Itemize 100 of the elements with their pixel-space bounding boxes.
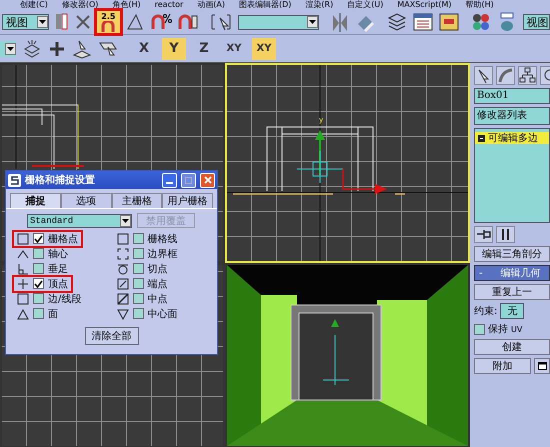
- layers-stack-icon[interactable]: [386, 12, 407, 32]
- face-snap-icon: [17, 308, 29, 320]
- mirror-icon[interactable]: [330, 12, 349, 32]
- constraint-label: 约束:: [474, 304, 498, 318]
- arc-icon[interactable]: [496, 66, 515, 85]
- hierarchy-icon[interactable]: [518, 66, 537, 85]
- close-icon: [204, 176, 212, 184]
- spinner-snap-icon[interactable]: [178, 13, 198, 31]
- modifier-stack-item[interactable]: 可编辑多边: [475, 132, 549, 144]
- caret-icon: [122, 218, 129, 222]
- window-title: 栅格和捕捉设置: [25, 173, 96, 187]
- attach-list-button[interactable]: [534, 358, 550, 374]
- axis-constraint-button[interactable]: Y: [162, 38, 186, 60]
- menu-item[interactable]: MAXScript(M): [397, 0, 452, 10]
- menu-item[interactable]: 角色(H): [112, 0, 141, 10]
- checkbox[interactable]: [132, 263, 144, 274]
- snap-label: 边/线段: [48, 292, 82, 306]
- axis-constraint-button[interactable]: XY: [222, 38, 246, 60]
- checkbox[interactable]: [33, 263, 44, 274]
- sunburst-layers-icon[interactable]: [22, 38, 42, 58]
- fork-icon[interactable]: [496, 226, 515, 243]
- checkbox[interactable]: [33, 248, 44, 259]
- menu-item[interactable]: 渲染(R): [305, 0, 334, 10]
- collapse-toggle[interactable]: -: [479, 268, 483, 278]
- constraint-dropdown[interactable]: 无: [500, 303, 524, 319]
- create-button[interactable]: 创建: [474, 339, 550, 355]
- layer-dropdown[interactable]: [0, 40, 16, 56]
- checkbox[interactable]: [132, 233, 144, 244]
- schematic-view-icon[interactable]: [438, 13, 459, 31]
- angle-snap-icon[interactable]: [126, 13, 144, 31]
- tangent-snap-icon: [116, 262, 128, 274]
- checkbox[interactable]: [33, 278, 44, 289]
- minimize-button[interactable]: [162, 172, 177, 188]
- checkbox[interactable]: [474, 324, 485, 334]
- midpoint-snap-icon: [116, 292, 128, 304]
- caret-icon: [7, 46, 14, 50]
- center-face-snap-icon: [116, 308, 128, 320]
- material-spheres-icon[interactable]: [470, 12, 491, 32]
- checkbox[interactable]: [33, 308, 44, 319]
- bounding-box-snap-icon: [116, 248, 128, 260]
- axis-constraint-button[interactable]: XY: [252, 38, 276, 60]
- axis-constraint-button[interactable]: Z: [192, 38, 216, 60]
- maximize-icon: [185, 176, 192, 184]
- menu-item[interactable]: 修改器(O): [62, 0, 98, 10]
- retriangulate-button[interactable]: 编辑三角剖分: [474, 246, 550, 262]
- tab[interactable]: 捕捉: [10, 193, 61, 208]
- modifier-list-dropdown[interactable]: 修改器列表: [474, 107, 550, 125]
- preserve-label: 保持: [488, 322, 508, 336]
- percent-snap-icon[interactable]: [150, 13, 172, 31]
- menu-item[interactable]: 帮助(H): [466, 0, 494, 10]
- snap-label: 轴心: [48, 248, 68, 260]
- checkbox[interactable]: [132, 308, 144, 319]
- object-name-field[interactable]: Box01: [474, 88, 550, 104]
- checkbox[interactable]: [132, 293, 144, 304]
- pin-icon[interactable]: [474, 226, 493, 243]
- collapse-box-icon: [478, 134, 485, 142]
- tab[interactable]: 用户栅格: [162, 193, 213, 208]
- endpoint-snap-icon: [116, 278, 128, 290]
- curve-editor-icon[interactable]: [412, 13, 433, 31]
- repeat-last-button[interactable]: 重复上一: [474, 284, 550, 300]
- checkbox[interactable]: [33, 233, 44, 244]
- snap-label: 边界框: [148, 248, 178, 260]
- preset-dropdown[interactable]: Standard: [27, 214, 132, 228]
- view-dropdown[interactable]: 视图: [2, 14, 50, 30]
- named-selection-dropdown[interactable]: [238, 14, 319, 30]
- checkbox[interactable]: [132, 278, 144, 289]
- menu-item[interactable]: 动画(A): [197, 0, 226, 10]
- rollout-header[interactable]: - 编辑几何: [474, 265, 550, 281]
- axis-constraint-button[interactable]: X: [132, 38, 156, 60]
- window-icon: [538, 362, 546, 370]
- cursor-plane-icon[interactable]: [72, 38, 92, 58]
- tab[interactable]: 主栅格: [112, 193, 162, 208]
- named-selection-icon[interactable]: [210, 12, 232, 32]
- cursor-sparkle-icon[interactable]: [474, 66, 493, 85]
- clear-all-button[interactable]: 清除全部: [84, 327, 138, 345]
- snap-toggle-button[interactable]: 2.5: [97, 11, 120, 33]
- menu-item[interactable]: 创建(C): [20, 0, 48, 10]
- menu-item[interactable]: 自定义(U): [347, 0, 384, 10]
- magnet-icon: [101, 20, 116, 32]
- grid-point-snap-icon: [17, 232, 29, 244]
- view-dropdown[interactable]: 视图: [522, 14, 550, 30]
- snap-label: 栅格点: [48, 232, 78, 246]
- tab[interactable]: 选项: [60, 193, 112, 208]
- checkbox[interactable]: [33, 293, 44, 304]
- menu-item[interactable]: 图表编辑器(D): [239, 0, 292, 10]
- snap-label: 切点: [148, 262, 168, 276]
- checkbox[interactable]: [132, 248, 144, 259]
- caret-icon: [308, 20, 316, 24]
- maximize-button[interactable]: [181, 172, 196, 188]
- plus-icon[interactable]: [48, 40, 66, 58]
- snap-label: 中点: [148, 292, 168, 306]
- vertex-snap-icon: [17, 278, 29, 290]
- snap-label: 端点: [148, 278, 168, 290]
- grid-line-snap-icon: [116, 232, 128, 244]
- perpendicular-snap-icon: [17, 262, 29, 274]
- snap-label: 中心面: [148, 308, 178, 320]
- attach-button[interactable]: 附加: [474, 358, 531, 374]
- rollout-title: 编辑几何: [500, 266, 541, 280]
- menu-item[interactable]: reactor: [154, 0, 184, 10]
- close-button[interactable]: [200, 172, 215, 188]
